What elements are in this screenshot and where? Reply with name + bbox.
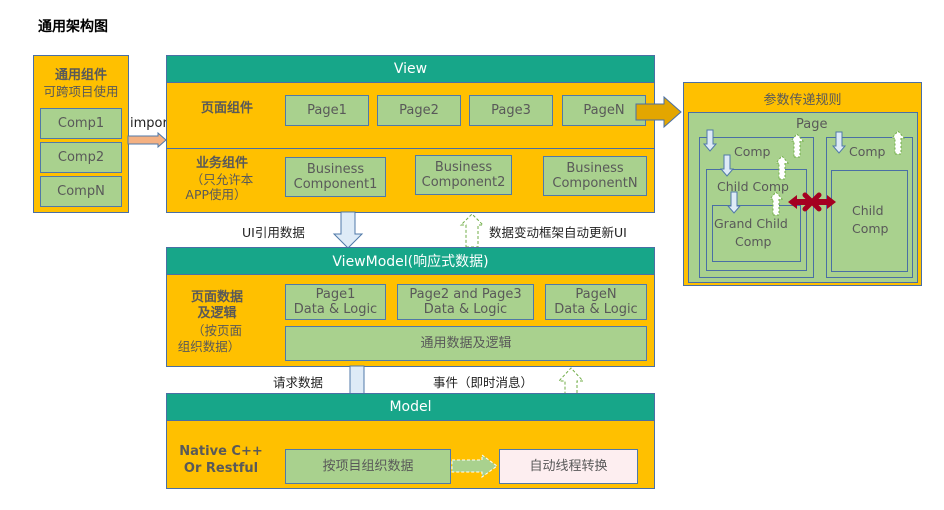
pagen-logic-line2: Data & Logic [554, 302, 638, 317]
param-rules-panel: 参数传递规则 Page Comp Child Comp Grand Child … [683, 82, 922, 286]
business-component2-line2: Component2 [421, 175, 506, 190]
param-rules-title: 参数传递规则 [763, 93, 842, 108]
page1-logic-box: Page1 Data & Logic [285, 284, 386, 320]
auto-update-ui-label: 数据变动框架自动更新UI [489, 225, 627, 240]
business-components-label: 业务组件 [195, 156, 248, 171]
pagen-box: PageN [562, 95, 646, 126]
down-arrow-comp-to-child-icon [719, 154, 735, 177]
page1-logic-line1: Page1 [315, 287, 356, 302]
view-divider [167, 148, 654, 149]
events-label: 事件（即时消息） [433, 375, 534, 390]
viewmodel-header: ViewModel(响应式数据) [167, 248, 654, 275]
page-components-label: 页面组件 [200, 101, 253, 116]
viewmodel-label-line3: （按页面 [191, 323, 242, 338]
up-arrow-right-comp-to-page-icon [890, 130, 906, 155]
business-component1-line1: Business [306, 162, 365, 177]
common-components-title: 通用组件 [54, 68, 107, 83]
right-child-comp-box: Child Comp [831, 170, 908, 272]
organize-data-box: 按项目组织数据 [285, 449, 451, 484]
comp1-box: Comp1 [40, 108, 122, 139]
page2-3-logic-line1: Page2 and Page3 [409, 287, 522, 302]
grand-child-comp-box: Grand Child Comp [712, 205, 801, 262]
page2-box: Page2 [377, 95, 461, 126]
forbidden-sibling-arrow-icon [788, 192, 836, 212]
model-label-line2: Or Restful [183, 461, 259, 476]
page-label: Page [796, 117, 828, 132]
ui-ref-data-arrow-icon [332, 211, 364, 249]
page1-logic-line2: Data & Logic [293, 302, 378, 317]
to-thread-switch-arrow-icon [451, 454, 498, 478]
left-comp-label: Comp [734, 144, 771, 159]
down-arrow-page-to-comp-icon [702, 129, 718, 152]
view-panel: View 页面组件 Page1 Page2 Page3 PageN 业务组件 （… [166, 55, 655, 213]
business-component1-box: Business Component1 [285, 157, 386, 197]
business-components-note2: APP使用） [185, 187, 247, 202]
pagen-logic-box: PageN Data & Logic [545, 284, 647, 320]
grand-child-line1: Grand Child [714, 216, 788, 231]
common-components-panel: 通用组件 可跨项目使用 Comp1 Comp2 CompN [33, 55, 129, 213]
diagram-title: 通用架构图 [38, 19, 108, 35]
business-componentn-box: Business ComponentN [543, 156, 647, 196]
business-component1-line2: Component1 [293, 177, 378, 192]
model-header: Model [167, 394, 654, 421]
viewmodel-label-line2: 及逻辑 [197, 306, 237, 321]
business-componentn-line1: Business [566, 161, 624, 176]
right-comp-label: Comp [849, 144, 886, 159]
child-comp-box: Child Comp Grand Child Comp [706, 169, 807, 271]
page3-box: Page3 [469, 95, 553, 126]
right-child-line2: Comp [852, 221, 889, 236]
down-arrow-child-to-grand-icon [726, 191, 742, 214]
right-comp-box: Comp Child Comp [826, 137, 913, 278]
common-components-subtitle: 可跨项目使用 [43, 84, 119, 99]
business-component2-line1: Business [434, 160, 493, 175]
up-arrow-comp-to-page-icon [789, 133, 805, 158]
view-header: View [167, 56, 654, 83]
page2-3-logic-box: Page2 and Page3 Data & Logic [397, 284, 534, 320]
business-componentn-line2: ComponentN [552, 176, 638, 191]
viewmodel-panel: ViewModel(响应式数据) 页面数据 及逻辑 （按页面 组织数据） Pag… [166, 247, 655, 367]
ui-ref-data-label: UI引用数据 [242, 225, 305, 240]
request-data-label: 请求数据 [273, 375, 324, 390]
page2-3-logic-line2: Data & Logic [423, 302, 508, 317]
pagen-to-rules-arrow-icon [635, 95, 682, 129]
up-arrow-child-to-comp-icon [774, 155, 790, 180]
page1-box: Page1 [285, 95, 369, 126]
down-arrow-page-to-right-comp-icon [831, 131, 847, 154]
right-child-line1: Child [852, 203, 884, 218]
pagen-logic-line1: PageN [575, 287, 617, 302]
viewmodel-label-line1: 页面数据 [190, 290, 243, 305]
business-components-note1: （只允许本 [190, 172, 254, 187]
up-arrow-grand-to-child-icon [768, 191, 784, 216]
import-arrow-icon [127, 131, 167, 149]
compn-box: CompN [40, 176, 122, 207]
thread-switch-box: 自动线程转换 [499, 449, 638, 484]
comp2-box: Comp2 [40, 142, 122, 173]
auto-update-ui-arrow-icon [459, 213, 485, 248]
business-component2-box: Business Component2 [415, 155, 512, 195]
model-panel: Model Native C++ Or Restful 按项目组织数据 自动线程… [166, 393, 655, 489]
grand-child-line2: Comp [735, 234, 772, 249]
viewmodel-label-line4: 组织数据） [177, 339, 241, 354]
common-logic-box: 通用数据及逻辑 [285, 326, 647, 361]
model-label-line1: Native C++ [179, 444, 263, 459]
